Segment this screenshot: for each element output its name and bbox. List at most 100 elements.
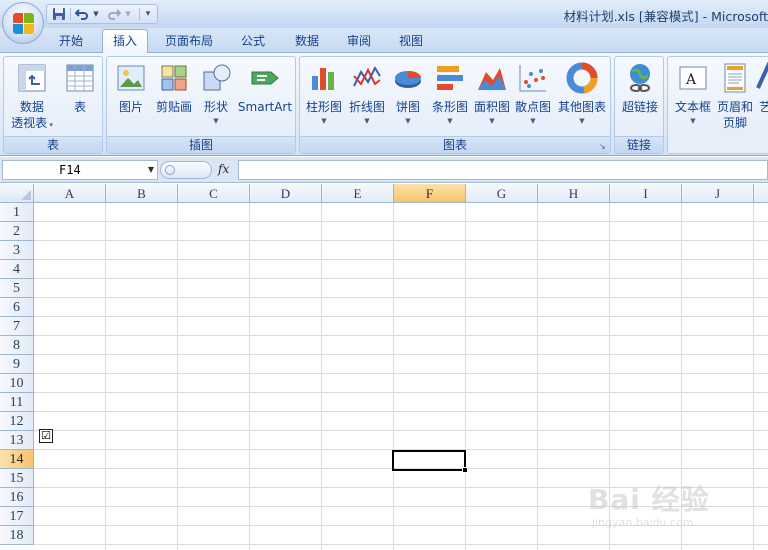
row-header-2[interactable]: 2 <box>0 222 34 241</box>
tab-view[interactable]: 视图 <box>388 30 434 52</box>
charts-dialog-launcher-icon[interactable]: ↘ <box>599 142 608 151</box>
tab-formulas[interactable]: 公式 <box>230 30 276 52</box>
fill-handle[interactable] <box>462 467 468 473</box>
name-box-dropdown-icon[interactable]: ▼ <box>148 165 154 174</box>
column-header-h[interactable]: H <box>538 184 610 203</box>
area-chart-label: 面积图 <box>473 100 510 114</box>
bar-chart-dropdown-icon: ▼ <box>447 117 453 125</box>
picture-button[interactable]: 图片 <box>109 59 153 135</box>
tab-review[interactable]: 审阅 <box>336 30 382 52</box>
row-header-1[interactable]: 1 <box>0 203 34 222</box>
pie-chart-button[interactable]: 饼图 ▼ <box>388 59 428 135</box>
row-header-9[interactable]: 9 <box>0 355 34 374</box>
bar-chart-label: 条形图 <box>431 100 468 114</box>
scatter-chart-label: 散点图 <box>514 100 551 114</box>
formula-splitter-handle[interactable] <box>160 161 212 179</box>
column-chart-label: 柱形图 <box>305 100 342 114</box>
column-header-j[interactable]: J <box>682 184 754 203</box>
insert-function-button[interactable]: fx <box>218 162 229 176</box>
other-charts-button[interactable]: 其他图表 ▼ <box>554 59 610 135</box>
line-chart-icon <box>353 65 381 87</box>
row-header-11[interactable]: 11 <box>0 393 34 412</box>
redo-dropdown-icon[interactable]: ▼ <box>123 6 133 22</box>
scatter-chart-dropdown-icon: ▼ <box>530 117 536 125</box>
header-footer-icon <box>724 63 746 93</box>
row-header-3[interactable]: 3 <box>0 241 34 260</box>
quick-access-toolbar: ▼ ▼ ▾ <box>46 4 158 24</box>
scatter-chart-button[interactable]: 散点图 ▼ <box>512 59 554 135</box>
redo-icon[interactable] <box>105 6 123 22</box>
save-icon[interactable] <box>50 6 68 22</box>
textbox-button[interactable]: A 文本框 ▼ <box>670 59 716 135</box>
row-header-10[interactable]: 10 <box>0 374 34 393</box>
pie-chart-dropdown-icon: ▼ <box>405 117 411 125</box>
column-header-k-partial[interactable] <box>754 184 768 203</box>
column-header-b[interactable]: B <box>106 184 178 203</box>
formula-input[interactable] <box>238 160 768 180</box>
header-footer-label-1: 页眉和 <box>716 100 753 114</box>
hyperlink-button[interactable]: 超链接 <box>617 59 663 135</box>
column-header-g[interactable]: G <box>466 184 538 203</box>
wordart-button[interactable]: 艺 <box>754 59 768 135</box>
group-illustrations: 图片 剪贴画 形状 ▼ SmartArt 插图 <box>106 56 296 154</box>
column-header-d[interactable]: D <box>250 184 322 203</box>
pivot-table-icon <box>18 64 46 92</box>
other-charts-dropdown-icon: ▼ <box>579 117 585 125</box>
row-header-8[interactable]: 8 <box>0 336 34 355</box>
tab-home[interactable]: 开始 <box>48 30 94 52</box>
table-icon <box>66 64 94 92</box>
row-header-5[interactable]: 5 <box>0 279 34 298</box>
donut-chart-icon <box>566 62 598 94</box>
name-box[interactable]: F14 ▼ <box>2 160 158 180</box>
row-header-15[interactable]: 15 <box>0 469 34 488</box>
table-button[interactable]: 表 <box>58 59 102 135</box>
tab-page-layout[interactable]: 页面布局 <box>156 30 222 52</box>
header-footer-button[interactable]: 页眉和 页脚 <box>714 59 756 135</box>
row-header-6[interactable]: 6 <box>0 298 34 317</box>
clipart-button[interactable]: 剪贴画 <box>151 59 197 135</box>
office-logo-icon <box>13 13 35 35</box>
row-header-16[interactable]: 16 <box>0 488 34 507</box>
svg-text:A: A <box>685 72 697 88</box>
undo-icon[interactable] <box>73 6 91 22</box>
textbox-dropdown-icon: ▼ <box>690 117 696 125</box>
column-chart-dropdown-icon: ▼ <box>321 117 327 125</box>
shapes-label: 形状 <box>203 100 228 114</box>
tab-data[interactable]: 数据 <box>284 30 330 52</box>
row-header-4[interactable]: 4 <box>0 260 34 279</box>
select-all-corner[interactable] <box>0 184 34 203</box>
ribbon-tabs: 开始 插入 页面布局 公式 数据 审阅 视图 <box>0 28 768 53</box>
group-tables: 数据 透视表 ▾ 表 表 <box>3 56 103 154</box>
row-header-7[interactable]: 7 <box>0 317 34 336</box>
row-header-17[interactable]: 17 <box>0 507 34 526</box>
line-chart-label: 折线图 <box>348 100 385 114</box>
picture-icon <box>117 65 145 91</box>
smartart-button[interactable]: SmartArt <box>235 59 295 135</box>
shapes-button[interactable]: 形状 ▼ <box>197 59 235 135</box>
row-header-13[interactable]: 13 <box>0 431 34 450</box>
column-header-e[interactable]: E <box>322 184 394 203</box>
customize-qat-icon[interactable]: ▾ <box>141 6 155 22</box>
tab-insert[interactable]: 插入 <box>102 29 148 53</box>
row-header-18[interactable]: 18 <box>0 526 34 545</box>
column-header-a[interactable]: A <box>34 184 106 203</box>
undo-dropdown-icon[interactable]: ▼ <box>91 6 101 22</box>
column-header-f[interactable]: F <box>394 184 466 203</box>
name-box-value: F14 <box>59 163 81 177</box>
row-header-14[interactable]: 14 <box>0 450 34 469</box>
active-cell-f14[interactable] <box>392 450 466 471</box>
ribbon: 数据 透视表 ▾ 表 表 图片 剪贴画 形状 ▼ SmartArt 插图 柱形图… <box>0 52 768 156</box>
checkbox-a3[interactable]: ☑ <box>39 429 53 443</box>
column-chart-button[interactable]: 柱形图 ▼ <box>302 59 346 135</box>
column-header-i[interactable]: I <box>610 184 682 203</box>
office-button[interactable] <box>2 2 44 44</box>
pivot-table-button[interactable]: 数据 透视表 ▾ <box>6 59 58 135</box>
line-chart-button[interactable]: 折线图 ▼ <box>346 59 388 135</box>
row-header-12[interactable]: 12 <box>0 412 34 431</box>
column-header-c[interactable]: C <box>178 184 250 203</box>
pivot-table-label-1: 数据 <box>19 100 44 114</box>
area-chart-button[interactable]: 面积图 ▼ <box>472 59 512 135</box>
bar-chart-button[interactable]: 条形图 ▼ <box>428 59 472 135</box>
group-links: 超链接 链接 <box>614 56 664 154</box>
table-label: 表 <box>73 100 86 114</box>
